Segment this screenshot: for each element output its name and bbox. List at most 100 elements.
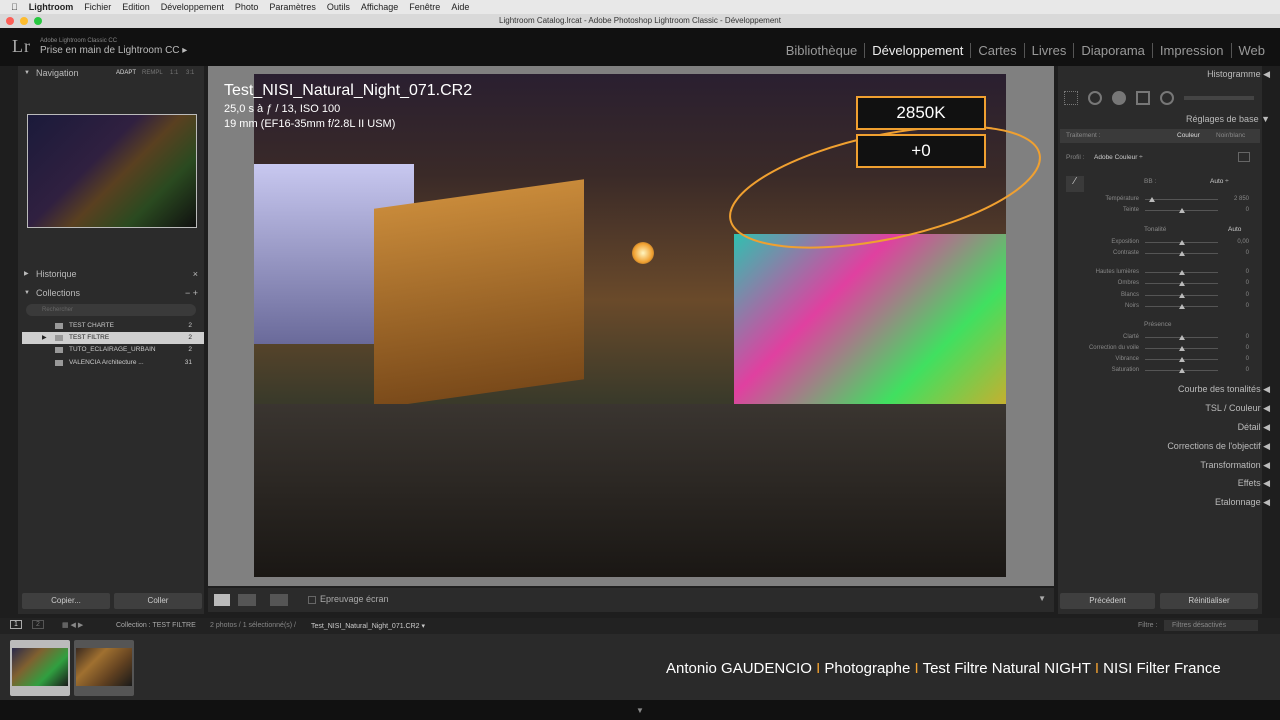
nav-opt-1-1[interactable]: 1:1 [170,66,178,80]
identity-title[interactable]: Prise en main de Lightroom CC ▸ [40,45,187,56]
module-developpement[interactable]: Développement [865,43,972,58]
panel-section-header[interactable]: Effets ◀ [1238,478,1270,489]
menu-fichier[interactable]: Fichier [84,2,111,12]
clear-history-icon[interactable]: × [193,267,198,281]
tone-auto-button[interactable]: Auto [1228,226,1241,233]
slider-value[interactable]: 0 [1246,250,1249,256]
nav-opt-rempl[interactable]: REMPL [142,66,163,80]
filmstrip-thumb[interactable] [74,640,134,696]
slider-value[interactable]: 0,00 [1237,239,1249,245]
slider-row[interactable]: Hautes lumières 0 [1062,268,1252,278]
slider-knob[interactable] [1178,281,1185,286]
menu-app[interactable]: Lightroom [29,2,74,12]
module-livres[interactable]: Livres [1025,43,1075,58]
slider-row[interactable]: Correction du voile 0 [1062,344,1252,354]
slider-knob[interactable] [1178,293,1185,298]
show-filmstrip-icon[interactable]: ▼ [636,706,644,715]
view-1-button[interactable]: 1 [10,620,22,629]
histogram-header[interactable]: Histogramme ◀ [1207,69,1270,80]
slider-knob[interactable] [1178,208,1185,213]
redeye-icon[interactable] [1112,91,1126,105]
menu-photo[interactable]: Photo [235,2,259,12]
treatment-bw[interactable]: Noir/blanc [1216,129,1245,143]
panel-section-header[interactable]: Transformation ◀ [1200,460,1270,471]
historique-header[interactable]: ▶ Historique × [18,267,204,281]
panel-section-header[interactable]: TSL / Couleur ◀ [1205,403,1270,414]
navigator-preview[interactable] [27,114,197,228]
slider-knob[interactable] [1178,346,1185,351]
slider-row[interactable]: Noirs 0 [1062,302,1252,312]
filmstrip-filename[interactable]: Test_NISI_Natural_Night_071.CR2 ▾ [311,622,425,630]
slider-knob[interactable] [1178,240,1185,245]
collection-item[interactable]: TUTO_ECLAIRAGE_URBAIN 2 [22,344,204,356]
slider-row[interactable]: Teinte 0 [1062,206,1252,216]
slider-knob[interactable] [1178,304,1185,309]
before-after-icon[interactable] [238,594,256,606]
slider-knob[interactable] [1178,270,1185,275]
softproof-checkbox[interactable] [308,596,316,604]
slider-row[interactable]: Ombres 0 [1062,279,1252,289]
nav-opt-3-1[interactable]: 3:1 [186,66,194,80]
nav-opt-adapt[interactable]: ADAPT [116,66,136,80]
slider-knob[interactable] [1178,251,1185,256]
menu-outils[interactable]: Outils [327,2,350,12]
slider-row[interactable]: Saturation 0 [1062,366,1252,376]
module-bibliotheque[interactable]: Bibliothèque [779,43,866,58]
add-collection-icon[interactable]: − + [185,286,198,300]
slider-row[interactable]: Blancs 0 [1062,291,1252,301]
slider-row[interactable]: Température 2 850 [1062,195,1252,205]
slider-knob[interactable] [1149,197,1156,202]
panel-section-header[interactable]: Courbe des tonalités ◀ [1178,384,1270,395]
slider-value[interactable]: 0 [1246,292,1249,298]
collection-item[interactable]: TEST CHARTE 2 [22,320,204,332]
reset-button[interactable]: Réinitialiser [1160,593,1258,609]
wb-select[interactable]: Auto ÷ [1210,178,1229,185]
collection-item-selected[interactable]: ▶ TEST FILTRE 2 [22,332,204,344]
panel-section-header[interactable]: Corrections de l'objectif ◀ [1167,441,1270,452]
basic-header[interactable]: Réglages de base ▼ [1186,114,1270,124]
navigation-header[interactable]: ▼ Navigation ADAPT REMPL 1:1 3:1 [18,66,204,80]
slider-value[interactable]: 0 [1246,269,1249,275]
slider-knob[interactable] [1178,335,1185,340]
collections-header[interactable]: ▼ Collections − + [18,286,204,300]
slider-row[interactable]: Contraste 0 [1062,249,1252,259]
slider-knob[interactable] [1178,357,1185,362]
panel-section-header[interactable]: Détail ◀ [1238,422,1270,433]
slider-value[interactable]: 0 [1246,367,1249,373]
slider-value[interactable]: 0 [1246,207,1249,213]
slider-value[interactable]: 0 [1246,345,1249,351]
slider-value[interactable]: 0 [1246,280,1249,286]
eyedropper-icon[interactable]: ⁄ [1066,176,1084,192]
module-diaporama[interactable]: Diaporama [1074,43,1153,58]
filmstrip-thumb-selected[interactable] [10,640,70,696]
compare-icon[interactable] [270,594,288,606]
menu-edition[interactable]: Edition [122,2,150,12]
previous-button[interactable]: Précédent [1060,593,1155,609]
menu-affichage[interactable]: Affichage [361,2,398,12]
close-window-button[interactable] [6,17,14,25]
copy-settings-button[interactable]: Copier... [22,593,110,609]
crop-tool-icon[interactable] [1064,91,1078,105]
view-2-button[interactable]: 2 [32,620,44,629]
spot-removal-icon[interactable] [1088,91,1102,105]
brush-slider[interactable] [1184,96,1254,100]
module-cartes[interactable]: Cartes [971,43,1025,58]
zoom-window-button[interactable] [34,17,42,25]
paste-settings-button[interactable]: Coller [114,593,202,609]
module-web[interactable]: Web [1232,43,1273,58]
profile-browser-icon[interactable] [1238,152,1250,162]
slider-row[interactable]: Exposition 0,00 [1062,238,1252,248]
slider-row[interactable]: Clarté 0 [1062,333,1252,343]
filmstrip-source[interactable]: Collection : TEST FILTRE [116,622,196,629]
filter-select[interactable]: Filtres désactivés [1164,620,1258,631]
menu-aide[interactable]: Aide [451,2,469,12]
slider-track[interactable] [1145,199,1218,200]
slider-value[interactable]: 0 [1246,303,1249,309]
slider-value[interactable]: 2 850 [1234,196,1249,202]
apple-icon[interactable]:  [11,2,18,12]
slider-knob[interactable] [1178,368,1185,373]
slider-value[interactable]: 0 [1246,356,1249,362]
slider-row[interactable]: Vibrance 0 [1062,355,1252,365]
menu-parametres[interactable]: Paramètres [269,2,316,12]
module-impression[interactable]: Impression [1153,43,1232,58]
